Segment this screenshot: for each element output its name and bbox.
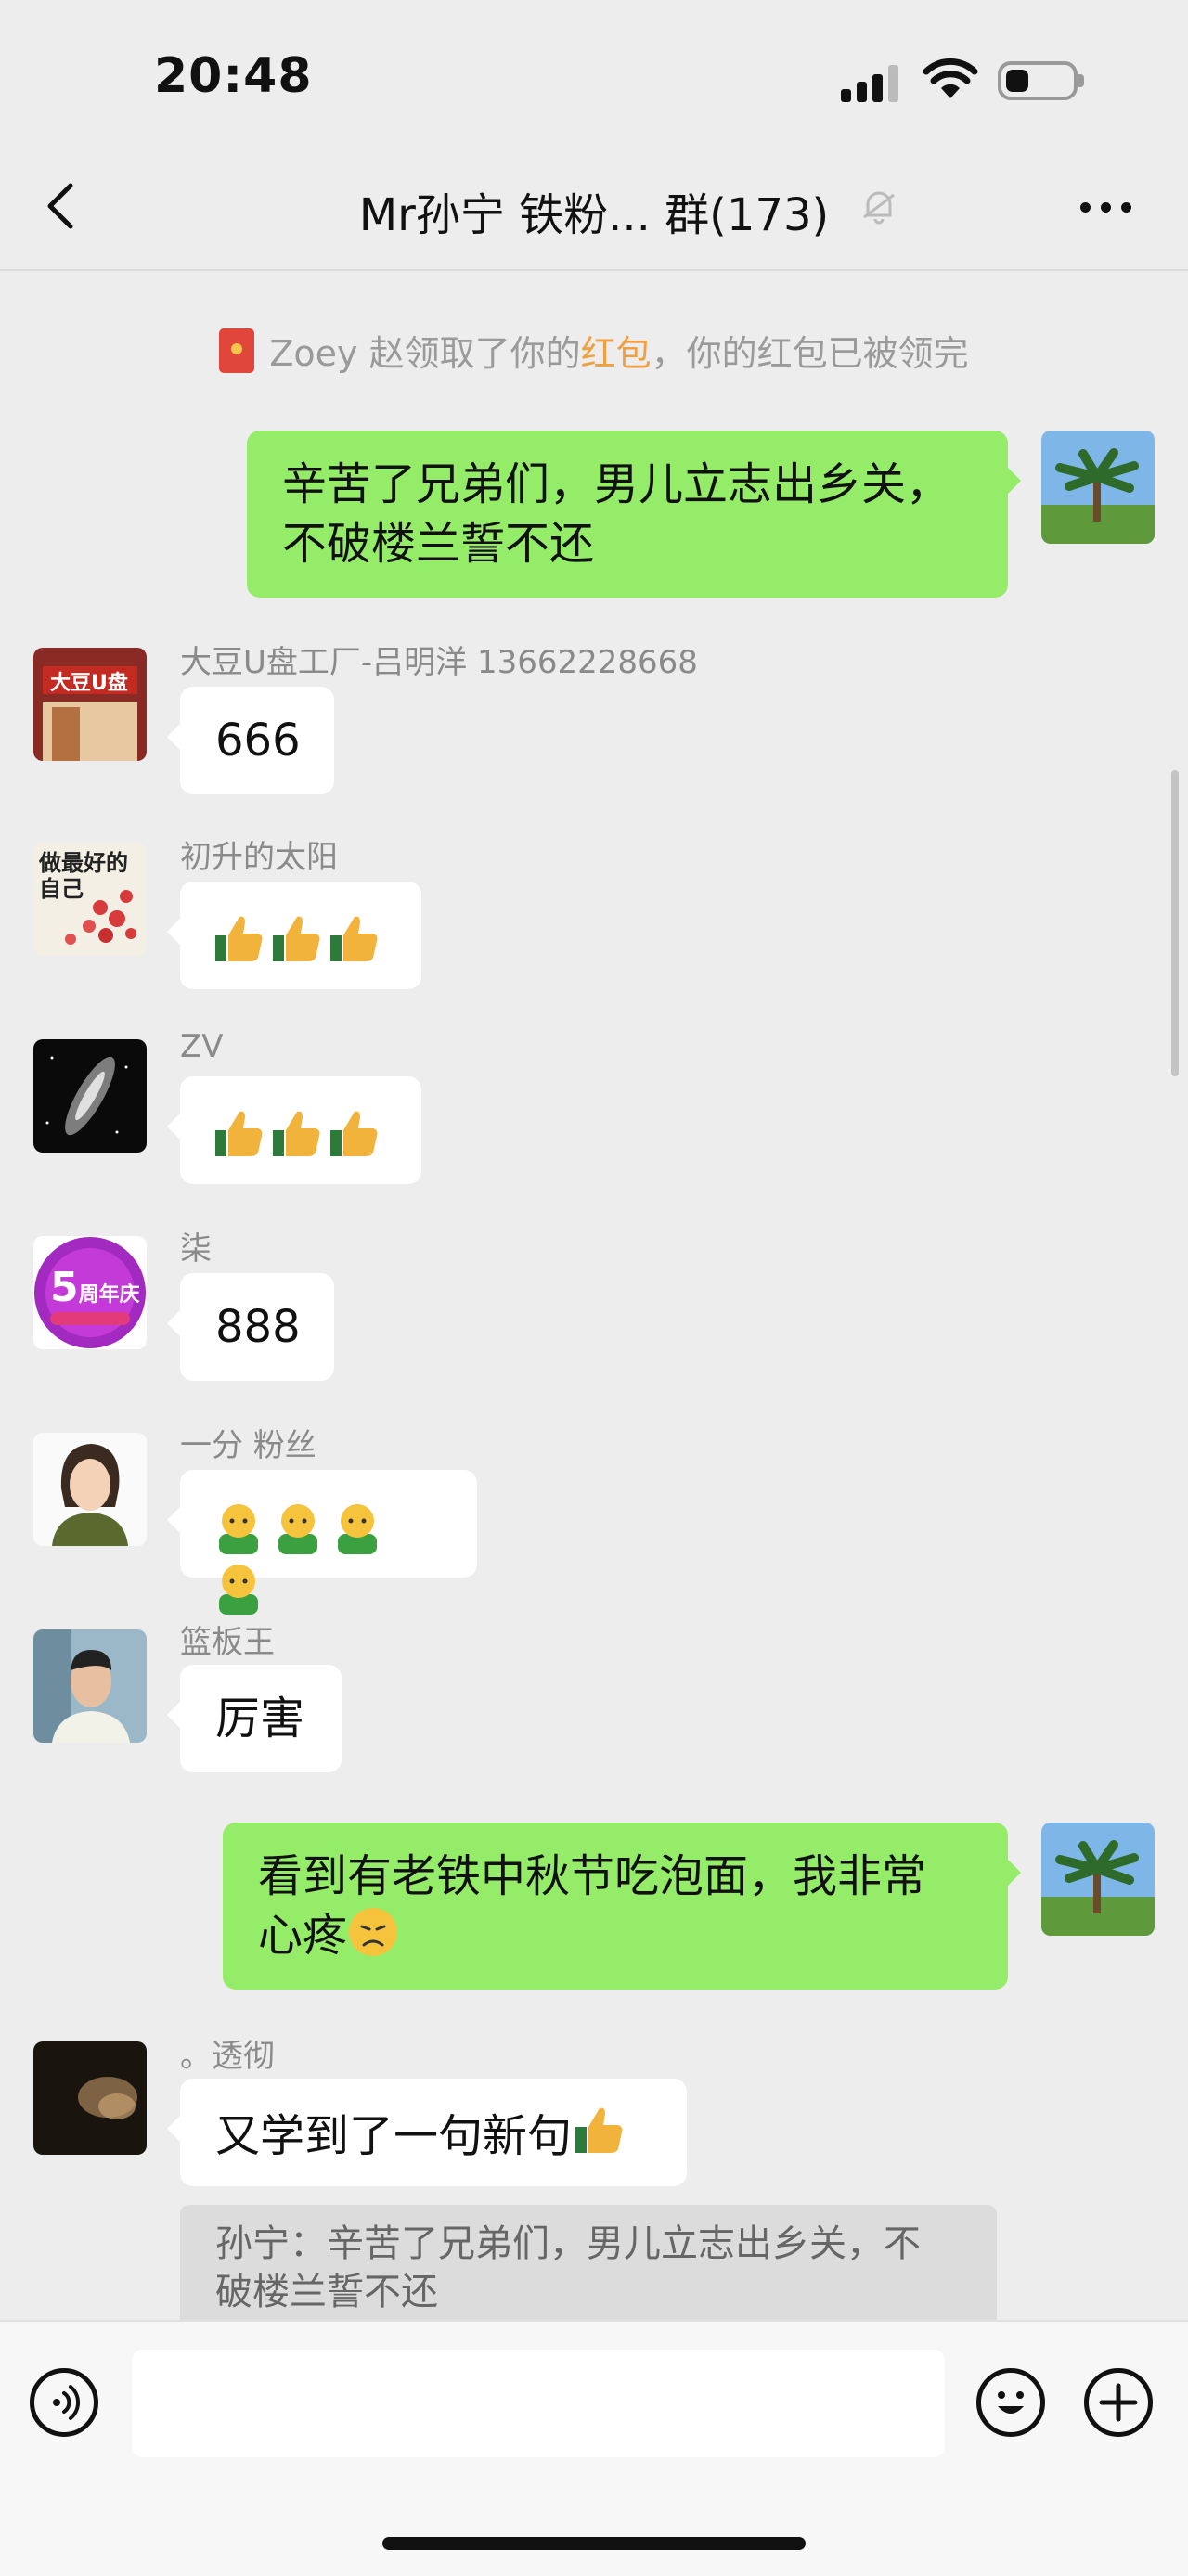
shy-face-emoji-icon: [278, 1504, 317, 1554]
avatar-dadou[interactable]: 大豆U盘: [33, 648, 147, 761]
sender-name: 柒: [180, 1230, 212, 1268]
smiley-icon: [998, 2391, 1024, 2414]
sender-name: 一分 粉丝: [180, 1427, 316, 1464]
home-indicator[interactable]: [382, 2537, 806, 2550]
avatar-zv[interactable]: [33, 1039, 147, 1153]
avatar-text: 周年庆: [78, 1283, 140, 1307]
avatar-rising-sun[interactable]: 做最好的 自己: [33, 843, 147, 956]
more-options-icon[interactable]: [1080, 202, 1136, 213]
battery-icon: [998, 61, 1084, 100]
message-bubble-in[interactable]: 厉害: [167, 1665, 342, 1772]
thumbs-up-emoji-icon: [273, 916, 320, 961]
message-input[interactable]: [132, 2350, 945, 2457]
emoji-button[interactable]: [976, 2368, 1045, 2437]
avatar-text: 5: [50, 1264, 79, 1311]
sender-name: ZV: [180, 1028, 224, 1065]
signal-icon: [841, 65, 900, 102]
thumbs-up-emoji-icon: [330, 1111, 378, 1156]
sender-name: 大豆U盘工厂-吕明洋 13662228668: [180, 644, 698, 681]
quoted-message[interactable]: 孙宁：辛苦了兄弟们，男儿立志出乡关，不 破楼兰誓不还: [180, 2205, 997, 2331]
red-packet-link[interactable]: 红包: [581, 333, 652, 374]
voice-icon: [53, 2385, 81, 2420]
shy-face-emoji-icon: [338, 1504, 377, 1554]
mute-bell-icon: [863, 191, 895, 225]
red-packet-icon: [219, 328, 255, 373]
avatar-text: 做最好的 自己: [39, 850, 128, 902]
sender-name: 初升的太阳: [180, 839, 338, 876]
message-bubble-in[interactable]: [167, 882, 421, 989]
wifi-icon: [923, 58, 978, 98]
message-bubble-in[interactable]: 666: [167, 687, 334, 794]
avatar-self[interactable]: [1041, 1823, 1155, 1936]
thumbs-up-emoji-icon: [215, 1111, 263, 1156]
status-bar: 20:48: [0, 0, 1188, 158]
thumbs-up-emoji-icon: [273, 1111, 320, 1156]
thumbs-up-emoji-icon: [215, 916, 263, 961]
thumbs-up-emoji-icon: [330, 916, 378, 961]
sad-face-emoji-icon: [349, 1908, 398, 1956]
avatar-qi[interactable]: 5周年庆: [33, 1236, 147, 1349]
message-bubble-in[interactable]: 888: [167, 1273, 334, 1381]
message-bubble-in[interactable]: [167, 1076, 421, 1184]
voice-input-button[interactable]: [30, 2368, 98, 2437]
avatar-touche[interactable]: [33, 2041, 147, 2155]
scrollbar[interactable]: [1171, 770, 1179, 1076]
shy-face-emoji-icon: [219, 1565, 258, 1615]
chat-header: Mr孙宁 铁粉... 群(173): [0, 158, 1188, 271]
message-bubble-in[interactable]: 又学到了一句新句: [167, 2079, 687, 2186]
sender-name: 篮板王: [180, 1624, 275, 1661]
message-bubble-in[interactable]: [167, 1470, 477, 1615]
avatar-self[interactable]: [1041, 431, 1155, 544]
plus-icon: [1099, 2383, 1138, 2422]
chat-title: Mr孙宁 铁粉... 群(173): [358, 189, 830, 241]
add-more-button[interactable]: [1084, 2368, 1153, 2437]
sender-name: 。透彻: [180, 2038, 275, 2075]
shy-face-emoji-icon: [219, 1504, 258, 1554]
message-bubble-out[interactable]: 看到有老铁中秋节吃泡面，我非常 心疼: [223, 1823, 1021, 1990]
avatar-text: 大豆U盘: [50, 672, 128, 695]
status-time: 20:48: [154, 48, 313, 104]
red-packet-notice: Zoey 赵领取了你的红包，你的红包已被领完: [0, 325, 1188, 376]
message-bubble-out[interactable]: 辛苦了兄弟们，男儿立志出乡关， 不破楼兰誓不还: [247, 431, 1021, 598]
avatar-lanbanwang[interactable]: [33, 1629, 147, 1743]
avatar-yifen[interactable]: [33, 1433, 147, 1546]
thumbs-up-emoji-icon: [575, 2107, 623, 2153]
